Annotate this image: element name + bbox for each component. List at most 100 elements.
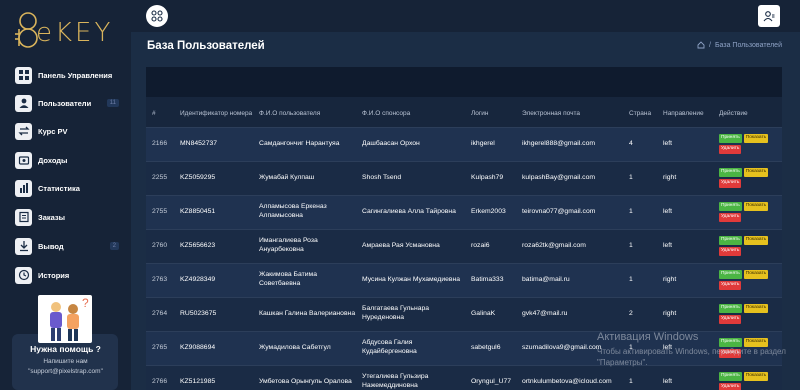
show-button[interactable]: Показать — [743, 168, 769, 177]
brand-logo[interactable]: eKEY — [14, 10, 114, 50]
sidebar-item-users[interactable]: Пользователи 11 — [15, 93, 127, 113]
cell-country: 1 — [623, 365, 657, 390]
cell-num: 2755 — [146, 195, 174, 230]
cell-email[interactable]: teirovna077@gmail.com — [516, 195, 623, 230]
cell-login: Erkem2003 — [465, 195, 516, 230]
table-row: 2760 KZ5656623 Имангалиева Роза Ануарбеков… — [146, 229, 782, 264]
show-button[interactable]: Показать — [743, 338, 769, 347]
col-header-number[interactable]: # — [146, 100, 174, 128]
cell-email[interactable]: ikhgerel888@gmail.com — [516, 127, 623, 162]
accept-button[interactable]: Принять — [719, 270, 742, 279]
cell-email[interactable]: ortnkulumbetova@icloud.com — [516, 365, 623, 390]
sidebar-item-label: Панель Управления — [38, 70, 113, 80]
delete-button[interactable]: Удалить — [719, 213, 742, 222]
delete-button[interactable]: Удалить — [719, 179, 742, 188]
table-header-row: # Идентификатор номера Ф.И.О пользовател… — [146, 100, 782, 128]
cell-id: MN8452737 — [174, 127, 253, 162]
col-header-id[interactable]: Идентификатор номера — [174, 100, 253, 128]
breadcrumb-separator: / — [709, 41, 711, 49]
apps-grid-button[interactable] — [146, 5, 168, 27]
cell-direction: right — [657, 297, 713, 332]
history-icon — [15, 266, 32, 284]
cell-user: Кашкан Галина Валериановна — [253, 297, 356, 332]
cell-actions: Принять Показать Удалить — [713, 127, 782, 162]
orders-icon — [15, 208, 32, 226]
delete-button[interactable]: Удалить — [719, 281, 742, 290]
col-header-user[interactable]: Ф.И.О пользователя — [253, 100, 356, 128]
breadcrumb: / База Пользователей — [697, 41, 782, 49]
cell-sponsor: Дашбаасан Орхон — [356, 127, 465, 162]
cell-login: rozai6 — [465, 229, 516, 264]
col-header-country[interactable]: Страна — [623, 100, 657, 128]
cell-country: 1 — [623, 195, 657, 230]
breadcrumb-current: База Пользователей — [714, 41, 782, 49]
profile-button[interactable] — [758, 5, 780, 27]
cell-user: Самдангончиг Нарантуяа — [253, 127, 356, 162]
help-title: Нужна помощь ? — [30, 344, 101, 354]
sidebar-item-withdraw[interactable]: Вывод 2 — [15, 236, 127, 256]
home-icon[interactable] — [697, 41, 705, 49]
sidebar-item-statistics[interactable]: Статистика — [15, 178, 127, 198]
user-icon — [763, 11, 775, 22]
cell-login: ikhgerel — [465, 127, 516, 162]
cell-actions: Принять Показать Удалить — [713, 161, 782, 196]
windows-activation-title: Активация Windows — [597, 331, 699, 343]
col-header-sponsor[interactable]: Ф.И.О спонсора — [356, 100, 465, 128]
cell-sponsor: Сагингалиева Алла Тайровна — [356, 195, 465, 230]
cell-email[interactable]: roza62tk@gmail.com — [516, 229, 623, 264]
delete-button[interactable]: Удалить — [719, 383, 742, 390]
accept-button[interactable]: Принять — [719, 304, 742, 313]
sidebar-item-orders[interactable]: Заказы — [15, 207, 127, 227]
show-button[interactable]: Показать — [743, 372, 769, 381]
cell-num: 2764 — [146, 297, 174, 332]
sidebar-item-label: Доходы — [38, 155, 68, 165]
col-header-direction[interactable]: Направление — [657, 100, 713, 128]
table-row: 2766 KZ5121985 Умбетова Орынгуль Оралова Ут… — [146, 365, 782, 390]
withdraw-icon — [15, 237, 32, 255]
accept-button[interactable]: Принять — [719, 372, 742, 381]
delete-button[interactable]: Удалить — [719, 315, 742, 324]
table-row: 2255 KZ5059295 Жумабай Кулпаш Shosh Tsend Ku… — [146, 161, 782, 196]
delete-button[interactable]: Удалить — [719, 145, 742, 154]
sidebar-item-pv-rate[interactable]: Курс PV — [15, 121, 127, 141]
col-header-email[interactable]: Электронная почта — [516, 100, 623, 128]
show-button[interactable]: Показать — [743, 236, 769, 245]
cell-actions: Принять Показать Удалить — [713, 229, 782, 264]
accept-button[interactable]: Принять — [719, 168, 742, 177]
sidebar-item-history[interactable]: История — [15, 265, 127, 285]
cell-id: KZ5656623 — [174, 229, 253, 264]
cell-id: RU5023675 — [174, 297, 253, 332]
show-button[interactable]: Показать — [743, 270, 769, 279]
accept-button[interactable]: Принять — [719, 202, 742, 211]
show-button[interactable]: Показать — [743, 202, 769, 211]
table-row: 2166 MN8452737 Самдангончиг Нарантуяа Дашба… — [146, 127, 782, 162]
cell-num: 2166 — [146, 127, 174, 162]
page-title: База Пользователей — [147, 40, 265, 52]
cell-email[interactable]: batima@mail.ru — [516, 263, 623, 298]
cell-direction: right — [657, 263, 713, 298]
cell-num: 2763 — [146, 263, 174, 298]
cell-id: KZ4928349 — [174, 263, 253, 298]
cell-email[interactable]: kulpashBay@gmail.com — [516, 161, 623, 196]
col-header-login[interactable]: Логин — [465, 100, 516, 128]
accept-button[interactable]: Принять — [719, 134, 742, 143]
accept-button[interactable]: Принять — [719, 338, 742, 347]
card-header — [146, 67, 782, 97]
table-row: 2763 KZ4928349 Жакимова Батима Советбаевна… — [146, 263, 782, 298]
cell-user: Жумабай Кулпаш — [253, 161, 356, 196]
show-button[interactable]: Показать — [743, 134, 769, 143]
cell-direction: left — [657, 195, 713, 230]
help-email[interactable]: "support@pixelstrap.com" — [0, 368, 131, 375]
sidebar-item-label: Заказы — [38, 212, 66, 222]
table-row: 2764 RU5023675 Кашкан Галина Валериановна Б… — [146, 297, 782, 332]
show-button[interactable]: Показать — [743, 304, 769, 313]
cell-country: 2 — [623, 297, 657, 332]
cell-email[interactable]: gvk47@mail.ru — [516, 297, 623, 332]
delete-button[interactable]: Удалить — [719, 247, 742, 256]
sidebar-item-dashboard[interactable]: Панель Управления — [15, 65, 127, 85]
accept-button[interactable]: Принять — [719, 236, 742, 245]
grid-icon — [151, 10, 163, 22]
cell-id: KZ8850451 — [174, 195, 253, 230]
dashboard-icon — [15, 66, 32, 84]
sidebar-item-income[interactable]: Доходы — [15, 150, 127, 170]
